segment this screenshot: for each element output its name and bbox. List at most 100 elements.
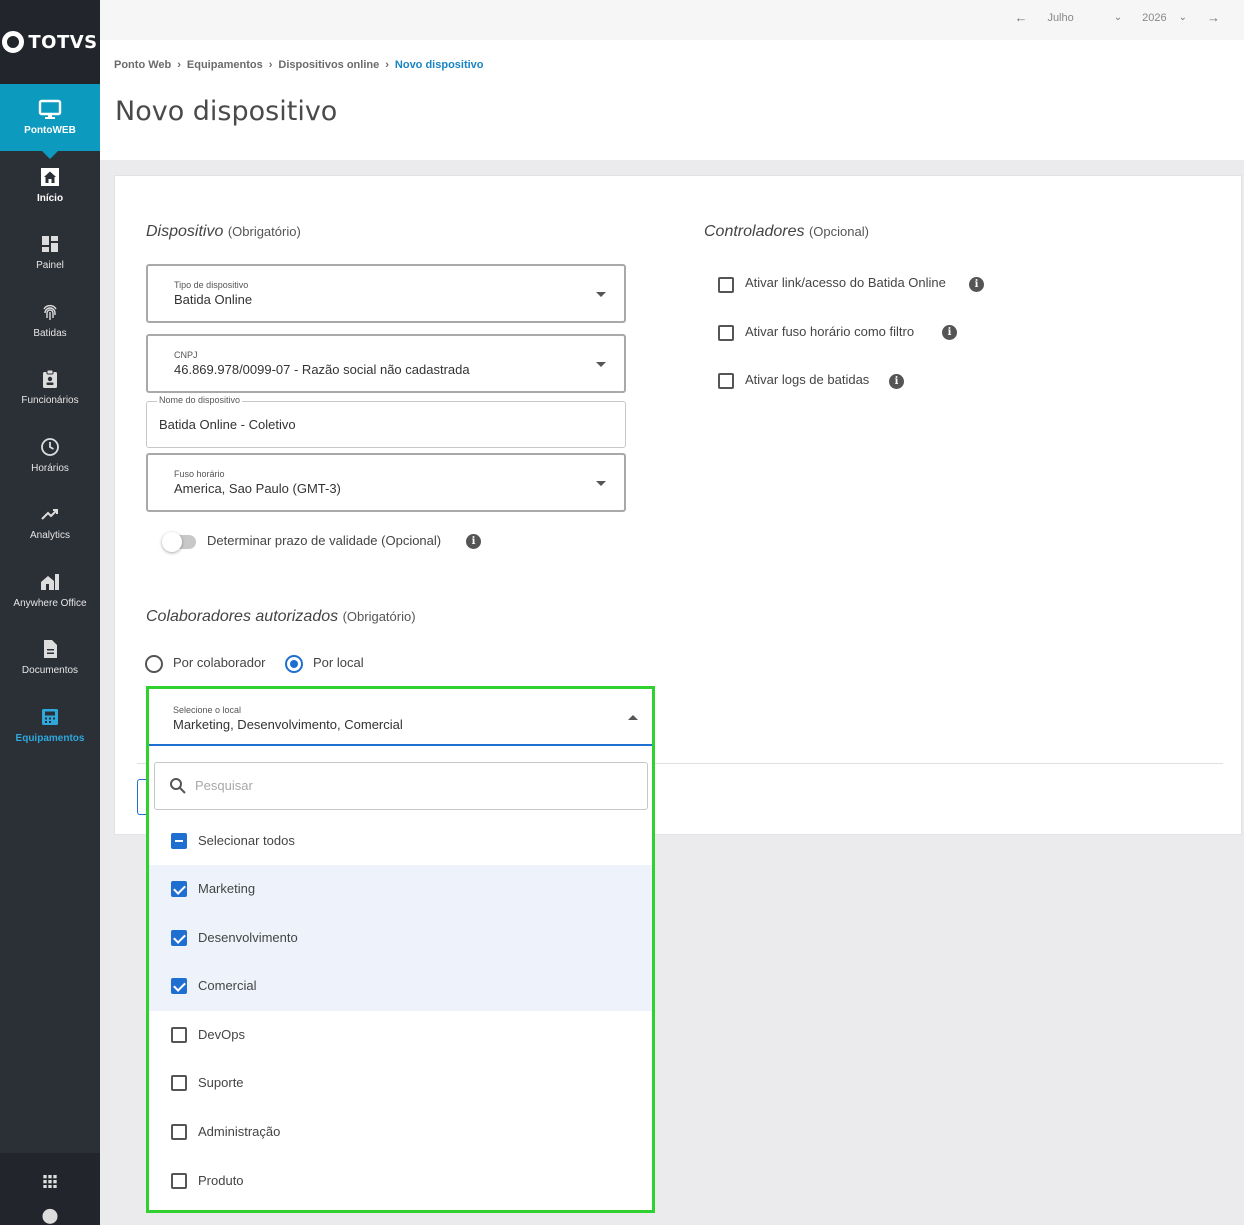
- home-work-icon: [41, 573, 59, 590]
- option-label: DevOps: [198, 1026, 245, 1042]
- option-label: Comercial: [198, 978, 257, 994]
- caret-down-icon: [596, 362, 606, 367]
- checkbox-label: Ativar logs de batidas: [745, 372, 870, 387]
- nome-dispositivo-input[interactable]: Nome do dispositivo Batida Online - Cole…: [146, 395, 626, 448]
- section-controladores-title: Controladores (Opcional): [704, 223, 869, 241]
- next-month-icon[interactable]: →: [1207, 10, 1220, 25]
- nav-equipamentos[interactable]: Equipamentos: [0, 692, 100, 760]
- nav-painel[interactable]: Painel: [0, 219, 100, 287]
- breadcrumb-current: Novo dispositivo: [394, 59, 484, 71]
- radio-label: Por colaborador: [173, 655, 266, 670]
- year-value: 2026: [1142, 11, 1167, 24]
- option-administracao[interactable]: Administração: [149, 1108, 652, 1157]
- info-icon[interactable]: i: [466, 534, 481, 549]
- fuso-horario-select[interactable]: Fuso horário America, Sao Paulo (GMT-3): [146, 453, 626, 512]
- info-icon[interactable]: i: [942, 325, 957, 340]
- option-produto[interactable]: Produto: [149, 1157, 652, 1206]
- date-selector: ← Julho ⌄ 2026 ⌄ →: [1014, 10, 1220, 25]
- section-dispositivo-title: Dispositivo (Obrigatório): [146, 223, 301, 241]
- nav-label: Equipamentos: [15, 732, 85, 744]
- logo-text: TOTVS: [28, 31, 98, 53]
- checkbox-ativar-logs[interactable]: [718, 373, 734, 389]
- nav-label: Batidas: [33, 327, 67, 339]
- page-title: Novo dispositivo: [115, 96, 338, 127]
- radio-label: Por local: [313, 655, 364, 670]
- option-marketing[interactable]: Marketing: [149, 865, 652, 914]
- section-title-note: (Obrigatório): [227, 224, 301, 239]
- tipo-dispositivo-select[interactable]: Tipo de dispositivo Batida Online: [146, 264, 626, 323]
- totvs-logo-icon: [2, 31, 25, 53]
- sidebar: TOTVS PontoWEB Início Painel Batidas Fun…: [0, 0, 100, 1225]
- radio-por-local[interactable]: [285, 655, 303, 673]
- option-label: Selecionar todos: [198, 833, 295, 848]
- nav-analytics[interactable]: Analytics: [0, 489, 100, 557]
- option-checkbox[interactable]: [171, 1075, 187, 1092]
- nav-anywhere-office[interactable]: Anywhere Office: [0, 557, 100, 625]
- checkbox-ativar-link[interactable]: [718, 277, 734, 293]
- option-select-all[interactable]: Selecionar todos: [149, 817, 652, 866]
- chevron-down-icon: ⌄: [1113, 12, 1123, 23]
- validade-toggle[interactable]: [162, 532, 196, 552]
- prev-month-icon[interactable]: ←: [1014, 10, 1027, 25]
- breadcrumb-separator: ›: [268, 59, 273, 71]
- option-label: Produto: [198, 1172, 244, 1188]
- brand-label: PontoWEB: [24, 125, 76, 136]
- nav-label: Anywhere Office: [13, 597, 87, 609]
- totvs-logo[interactable]: TOTVS: [0, 0, 100, 84]
- dashboard-icon: [42, 236, 58, 253]
- info-icon[interactable]: i: [889, 374, 904, 389]
- nav-batidas[interactable]: Batidas: [0, 287, 100, 355]
- breadcrumb-item[interactable]: Equipamentos: [187, 59, 263, 71]
- field-value: Marketing, Desenvolvimento, Comercial: [173, 717, 403, 732]
- option-label: Desenvolvimento: [198, 929, 298, 945]
- breadcrumb-item[interactable]: Dispositivos online: [278, 59, 379, 71]
- product-pontoweb[interactable]: PontoWEB: [0, 84, 100, 159]
- option-suporte[interactable]: Suporte: [149, 1059, 652, 1108]
- search-input[interactable]: Pesquisar: [154, 762, 648, 810]
- apps-grid-icon[interactable]: [42, 1175, 58, 1189]
- option-checkbox[interactable]: [171, 929, 187, 946]
- cnpj-select[interactable]: CNPJ 46.869.978/0099-07 - Razão social n…: [146, 334, 626, 393]
- nav-horarios[interactable]: Horários: [0, 422, 100, 490]
- nav-documentos[interactable]: Documentos: [0, 624, 100, 692]
- local-select[interactable]: Selecione o local Marketing, Desenvolvim…: [149, 689, 652, 746]
- nav-funcionarios[interactable]: Funcionários: [0, 354, 100, 422]
- option-checkbox[interactable]: [171, 978, 187, 995]
- option-checkbox[interactable]: [171, 1124, 187, 1140]
- info-icon[interactable]: i: [969, 277, 984, 292]
- checkbox-ativar-fuso[interactable]: [718, 325, 734, 341]
- section-title-text: Colaboradores autorizados: [146, 608, 339, 625]
- option-checkbox[interactable]: [171, 881, 187, 897]
- breadcrumb-separator: ›: [177, 59, 181, 71]
- option-comercial[interactable]: Comercial: [149, 962, 652, 1011]
- option-label: Administração: [198, 1124, 281, 1139]
- option-devops[interactable]: DevOps: [149, 1011, 652, 1060]
- caret-down-icon: [596, 292, 606, 297]
- option-desenvolvimento[interactable]: Desenvolvimento: [149, 913, 652, 963]
- local-select-dropdown: Selecione o local Marketing, Desenvolvim…: [146, 686, 655, 1213]
- validade-label: Determinar prazo de validade (Opcional): [207, 533, 442, 548]
- badge-icon: [43, 369, 57, 389]
- nav-label: Painel: [36, 260, 64, 272]
- device-icon: [42, 708, 58, 725]
- nav-inicio[interactable]: Início: [0, 152, 100, 220]
- nav-label: Documentos: [21, 665, 79, 677]
- breadcrumb: Ponto Web › Equipamentos › Dispositivos …: [114, 59, 484, 71]
- section-title-note: (Opcional): [808, 224, 869, 239]
- nav-label: Horários: [31, 462, 69, 474]
- checkbox-label: Ativar fuso horário como filtro: [745, 324, 915, 339]
- radio-por-colaborador[interactable]: [145, 655, 163, 673]
- search-icon: [170, 778, 186, 794]
- select-all-checkbox[interactable]: [171, 833, 187, 849]
- breadcrumb-item[interactable]: Ponto Web: [114, 59, 171, 71]
- help-icon[interactable]: [40, 1208, 60, 1225]
- field-value: America, Sao Paulo (GMT-3): [174, 481, 341, 496]
- option-checkbox[interactable]: [171, 1172, 187, 1189]
- month-select[interactable]: Julho ⌄: [1047, 12, 1122, 24]
- option-checkbox[interactable]: [171, 1026, 187, 1043]
- field-value: Batida Online: [174, 292, 253, 307]
- field-label: Tipo de dispositivo: [174, 280, 249, 290]
- year-select[interactable]: 2026 ⌄: [1142, 12, 1187, 24]
- field-value: 46.869.978/0099-07 - Razão social não ca…: [174, 362, 470, 377]
- clock-icon: [41, 437, 59, 456]
